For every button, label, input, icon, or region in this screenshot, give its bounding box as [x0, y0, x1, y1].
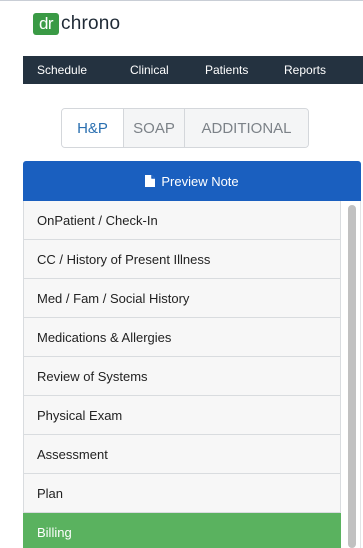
- section-assessment[interactable]: Assessment: [23, 435, 341, 474]
- preview-note-label: Preview Note: [161, 173, 239, 189]
- scrollbar-thumb[interactable]: [348, 205, 356, 548]
- note-type-tabs: H&P SOAP ADDITIONAL: [61, 108, 309, 148]
- document-icon: [145, 175, 156, 187]
- nav-clinical[interactable]: Clinical: [130, 63, 169, 77]
- nav-schedule[interactable]: Schedule: [37, 63, 87, 77]
- logo-badge: dr: [33, 13, 59, 35]
- main-navbar: Schedule Clinical Patients Reports: [23, 56, 363, 84]
- drchrono-logo[interactable]: dr chrono: [33, 12, 120, 36]
- tab-soap[interactable]: SOAP: [123, 109, 184, 147]
- section-review-of-systems[interactable]: Review of Systems: [23, 357, 341, 396]
- nav-reports[interactable]: Reports: [284, 63, 326, 77]
- logo-wordmark: chrono: [61, 13, 121, 34]
- preview-note-button[interactable]: Preview Note: [23, 161, 361, 201]
- section-list: OnPatient / Check-In CC / History of Pre…: [23, 201, 341, 548]
- section-plan[interactable]: Plan: [23, 474, 341, 513]
- tab-hp[interactable]: H&P: [62, 109, 123, 147]
- nav-patients[interactable]: Patients: [205, 63, 248, 77]
- section-billing[interactable]: Billing: [23, 513, 341, 548]
- tab-additional[interactable]: ADDITIONAL: [184, 109, 308, 147]
- section-onpatient-checkin[interactable]: OnPatient / Check-In: [23, 201, 341, 240]
- section-med-fam-social-history[interactable]: Med / Fam / Social History: [23, 279, 341, 318]
- top-divider: [0, 0, 363, 1]
- section-cc-hpi[interactable]: CC / History of Present Illness: [23, 240, 341, 279]
- section-medications-allergies[interactable]: Medications & Allergies: [23, 318, 341, 357]
- section-list-scrollbar[interactable]: [341, 201, 361, 548]
- section-physical-exam[interactable]: Physical Exam: [23, 396, 341, 435]
